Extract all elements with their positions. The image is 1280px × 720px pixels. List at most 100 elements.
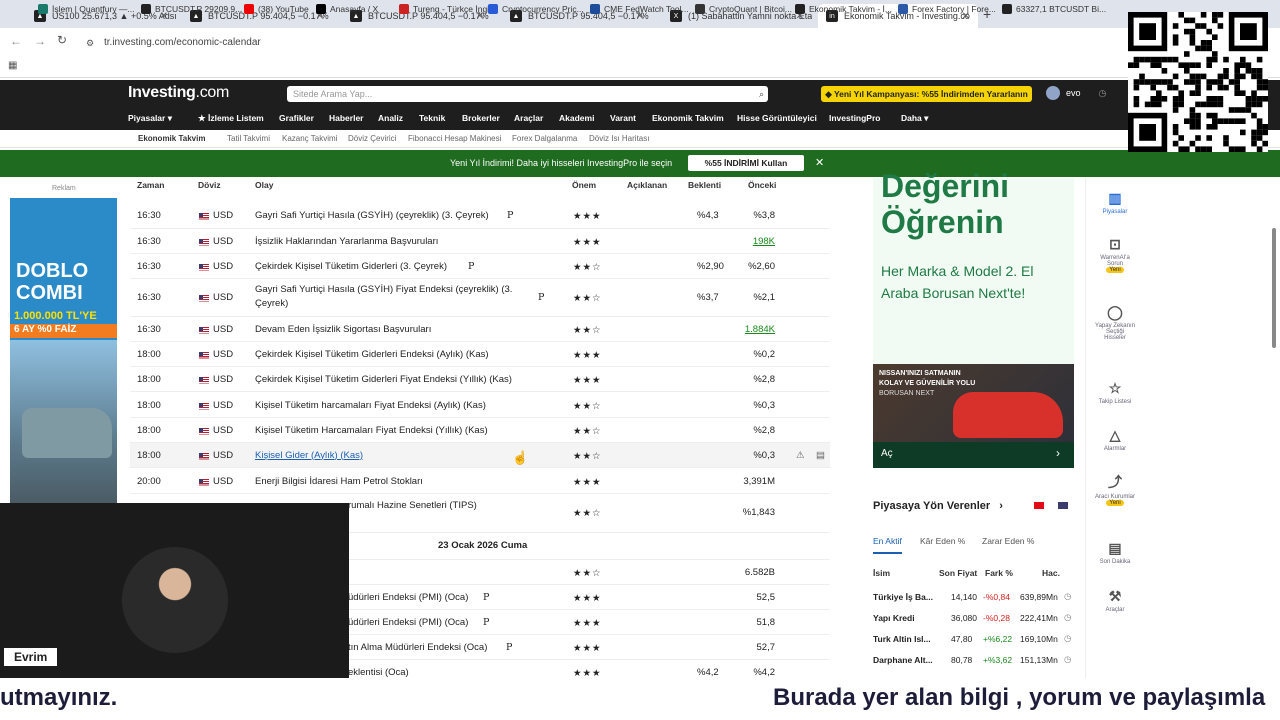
movers-name[interactable]: Yapı Kredi xyxy=(873,613,915,623)
nav-item[interactable]: Akademi xyxy=(559,113,594,123)
sidebar-item[interactable]: ▤ Son Dakika xyxy=(1095,540,1135,565)
movers-col-header[interactable]: Fark % xyxy=(985,568,1013,578)
header-actual[interactable]: Açıklanan xyxy=(627,180,667,190)
search-icon[interactable]: ⌕ xyxy=(759,86,764,102)
calendar-row[interactable]: 18:00 USD Kişisel Tüketim Harcamaları Fiya… xyxy=(130,418,830,443)
sidebar-item[interactable]: △ Alarmlar xyxy=(1095,427,1135,452)
movers-col-header[interactable]: İsim xyxy=(873,568,890,578)
bookmark-item[interactable]: Anasayfa / X xyxy=(316,4,378,14)
pro-badge[interactable]: P xyxy=(507,210,513,221)
nav-item[interactable]: Ekonomik Takvim xyxy=(652,113,724,123)
site-info-icon[interactable]: ⚙ xyxy=(86,33,94,53)
calendar-row[interactable]: 16:30 USD İşsizlik Haklarından Yararlanma … xyxy=(130,229,830,254)
calendar-row[interactable]: 16:30 USD Gayri Safi Yurtiçi Hasıla (GSYİH… xyxy=(130,279,830,317)
sidebar-item[interactable]: ⊡ WarrenAI'a Sorun Yeni xyxy=(1095,236,1135,273)
subnav-item[interactable]: Kazanç Takvimi xyxy=(282,134,337,143)
clock-icon[interactable]: ◷ xyxy=(1064,654,1071,665)
movers-name[interactable]: Turk Altin Isl... xyxy=(873,634,931,644)
calendar-row[interactable]: 16:30 USD Devam Eden İşsizlik Sigortası Ba… xyxy=(130,317,830,342)
clock-icon[interactable]: ◷ xyxy=(1064,591,1071,602)
subnav-item[interactable]: Forex Dalgalanma xyxy=(512,134,577,143)
nav-item[interactable]: Varant xyxy=(610,113,636,123)
movers-name[interactable]: Darphane Alt... xyxy=(873,655,933,665)
header-previous[interactable]: Önceki xyxy=(748,180,776,190)
banner-button[interactable]: %55 İNDİRİMİ Kullan xyxy=(688,155,804,171)
nav-item[interactable]: ★ İzleme Listem xyxy=(198,113,264,124)
flag-tr-icon[interactable] xyxy=(1034,502,1044,509)
nav-item[interactable]: Brokerler xyxy=(462,113,500,123)
bookmark-item[interactable]: (38) YouTube xyxy=(244,4,309,14)
sidebar-item[interactable]: ⚒ Araçlar xyxy=(1095,588,1135,613)
investing-logo[interactable]: Investing.com xyxy=(128,84,229,102)
pro-badge[interactable]: P xyxy=(483,592,489,603)
nav-item[interactable]: Daha ▾ xyxy=(901,113,928,124)
nav-item[interactable]: Analiz xyxy=(378,113,403,123)
header-currency[interactable]: Döviz xyxy=(198,180,221,190)
nav-item[interactable]: Haberler xyxy=(329,113,364,123)
bookmark-item[interactable]: İşlem | Quantfury —... xyxy=(38,4,135,14)
forward-icon[interactable]: → xyxy=(34,34,46,48)
bookmark-item[interactable]: Forex Factory | Fore... xyxy=(898,4,996,14)
movers-tab[interactable]: Zarar Eden % xyxy=(982,536,1034,546)
calendar-row[interactable]: 18:00 USD Çekirdek Kişisel Tüketim Giderle… xyxy=(130,342,830,367)
calendar-row[interactable]: 18:00 USD Çekirdek Kişisel Tüketim Giderle… xyxy=(130,367,830,392)
comment-icon[interactable]: ▤ xyxy=(816,450,825,461)
subnav-item[interactable]: Döviz Çevirici xyxy=(348,134,396,143)
calendar-row[interactable]: 16:30 USD Çekirdek Kişisel Tüketim Giderle… xyxy=(130,254,830,279)
calendar-row[interactable]: 18:00 USD Kişisel Tüketim harcamaları Fiya… xyxy=(130,393,830,418)
bookmark-item[interactable]: Cryptocurrency Pric... xyxy=(488,4,584,14)
bookmark-item[interactable]: CryptoQuant | Bitcoi... xyxy=(695,4,792,14)
pro-badge[interactable]: P xyxy=(506,642,512,653)
nav-item[interactable]: InvestingPro xyxy=(829,113,880,123)
row-event[interactable]: Kişisel Gider (Aylık) (Kas) xyxy=(255,450,363,461)
alert-add-icon[interactable]: ⚠ xyxy=(796,450,805,461)
close-icon[interactable]: ✕ xyxy=(815,156,824,169)
header-event[interactable]: Olay xyxy=(255,180,273,190)
calendar-row[interactable]: 16:30 USD Gayri Safi Yurtiçi Hasıla (GSYİH… xyxy=(130,203,830,229)
pro-badge[interactable]: P xyxy=(483,617,489,628)
movers-title[interactable]: Piyasaya Yön Verenler › xyxy=(873,500,1003,512)
sidebar-item[interactable]: ▥ Piyasalar xyxy=(1095,190,1135,215)
nav-item[interactable]: Araçlar xyxy=(514,113,543,123)
nav-item[interactable]: Hisse Görüntüleyici xyxy=(737,113,817,123)
clock-icon[interactable]: ◷ xyxy=(1064,612,1071,623)
clock-icon[interactable]: ◷ xyxy=(1064,633,1071,644)
promo-button[interactable]: ◆ Yeni Yıl Kampanyası: %55 İndirimden Ya… xyxy=(821,86,1032,102)
movers-tab[interactable]: En Aktif xyxy=(873,536,902,554)
bookmark-item[interactable]: Ekonomik Takvim - İ... xyxy=(795,4,892,14)
bookmark-item[interactable]: BTCUSDT.P 29209,9... xyxy=(141,4,242,14)
calendar-row[interactable]: 18:00 USD Kişisel Gider (Aylık) (Kas) ★★☆ %0… xyxy=(130,443,830,468)
subnav-item[interactable]: Ekonomik Takvim xyxy=(138,134,205,143)
subnav-item[interactable]: Tatil Takvimi xyxy=(227,134,270,143)
user-menu[interactable]: evo ◷ xyxy=(1046,86,1106,100)
ad-cta-bar[interactable]: Aç › xyxy=(873,442,1074,468)
movers-tab[interactable]: Kâr Eden % xyxy=(920,536,965,546)
right-advertisement[interactable]: Değerini Öğrenin Her Marka & Model 2. El… xyxy=(873,168,1074,468)
bookmark-item[interactable]: 63327,1 BTCUSDT Bi... xyxy=(1002,4,1106,14)
apps-icon[interactable]: ▦ xyxy=(8,60,17,71)
movers-name[interactable]: Türkiye İş Ba... xyxy=(873,592,933,602)
scrollbar[interactable] xyxy=(1272,228,1276,348)
bookmark-item[interactable]: Tureng - Türkçe İngil... xyxy=(399,4,498,14)
back-icon[interactable]: ← xyxy=(10,34,22,48)
search-input[interactable]: Sitede Arama Yap... ⌕ xyxy=(287,86,768,102)
nav-item[interactable]: Grafikler xyxy=(279,113,314,123)
reload-icon[interactable]: ↻ xyxy=(57,33,67,47)
sidebar-item[interactable]: ◯ Yapay Zekanın Seçtiği Hisseler xyxy=(1095,304,1135,341)
calendar-row[interactable]: 20:00 USD Enerji Bilgisi İdaresi Ham Petro… xyxy=(130,469,830,494)
bookmark-item[interactable]: CME FedWatch Tool... xyxy=(590,4,689,14)
left-advertisement[interactable]: DOBLO COMBI 1.000.000 TL'YE 6 AY %0 FAİZ xyxy=(10,198,117,503)
header-time[interactable]: Zaman xyxy=(137,180,164,190)
pro-badge[interactable]: P xyxy=(538,292,544,303)
movers-col-header[interactable]: Hac. xyxy=(1042,568,1060,578)
pro-badge[interactable]: P xyxy=(468,261,474,272)
movers-col-header[interactable]: Son Fiyat xyxy=(939,568,977,578)
header-importance[interactable]: Önem xyxy=(572,180,596,190)
sidebar-item[interactable]: ☆ Takip Listesi xyxy=(1095,380,1135,405)
nav-item[interactable]: Teknik xyxy=(419,113,445,123)
header-forecast[interactable]: Beklenti xyxy=(688,180,721,190)
clock-icon[interactable]: ◷ xyxy=(1099,88,1107,99)
flag-us-icon[interactable] xyxy=(1058,502,1068,509)
sidebar-item[interactable]: ⤴ Aracı Kurumlar Yeni xyxy=(1095,472,1135,506)
subnav-item[interactable]: Döviz Isı Haritası xyxy=(589,134,649,143)
